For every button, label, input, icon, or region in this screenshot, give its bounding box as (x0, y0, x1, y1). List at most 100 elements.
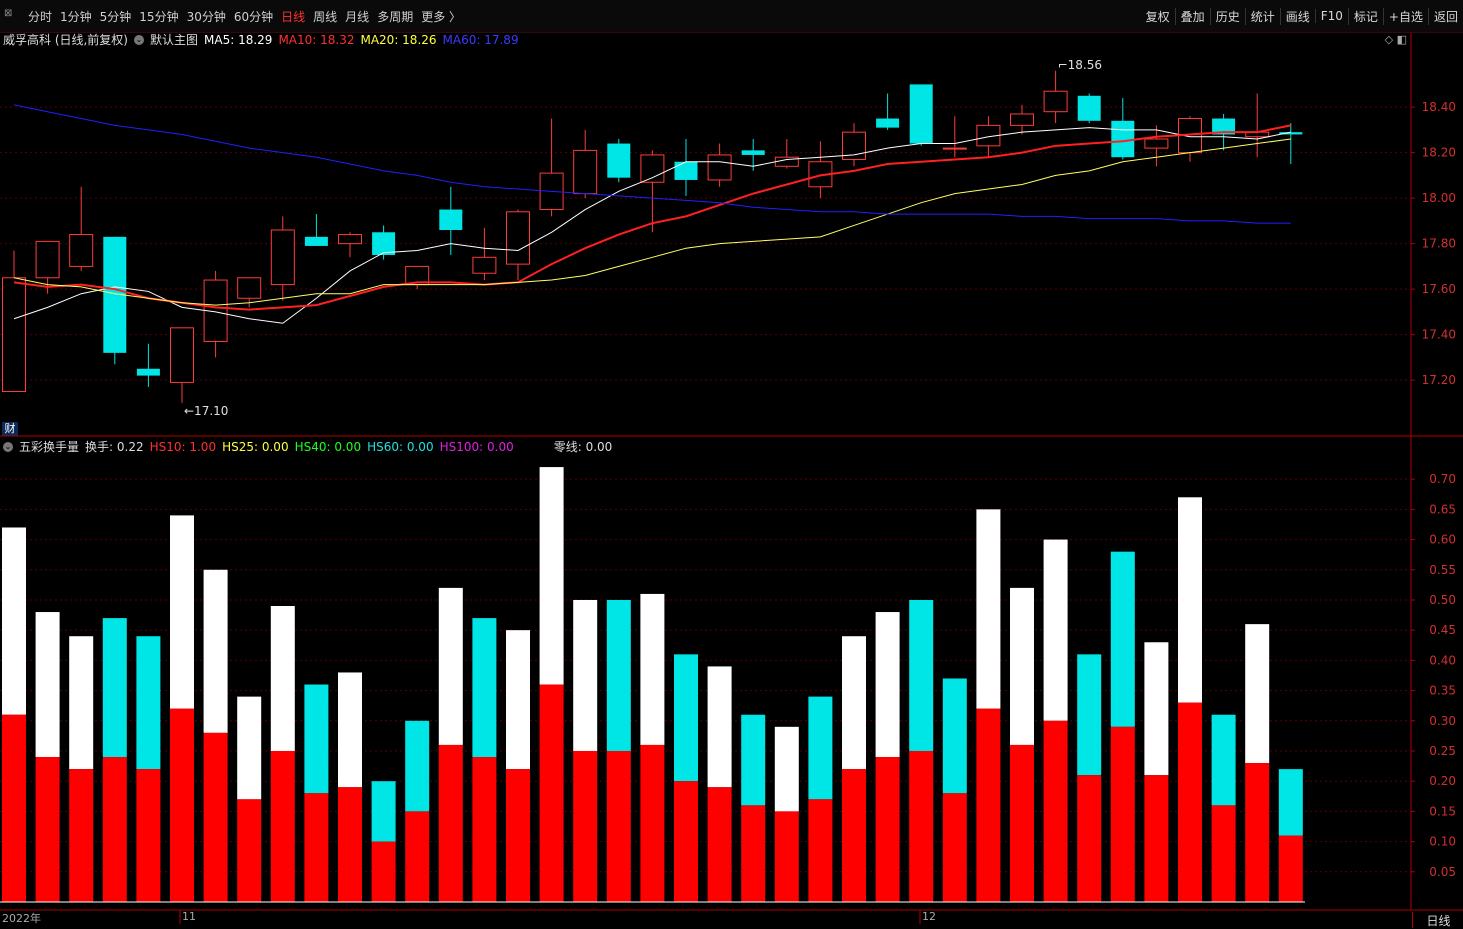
chevron-down-icon[interactable]: ⌄ (134, 34, 144, 45)
tool-button-6[interactable]: 标记 (1347, 7, 1383, 25)
candle-body (506, 211, 530, 265)
candle-body (136, 368, 160, 376)
ma10-value: MA10: 18.32 (278, 32, 355, 47)
tool-button-7[interactable]: +自选 (1382, 7, 1428, 25)
price-annotation: ⌐18.56 (1058, 58, 1102, 72)
turnover-tick-label: 0.20 (1429, 774, 1456, 788)
candle-body (237, 277, 262, 299)
candle-body (707, 154, 732, 181)
turnover-tick-label: 0.60 (1429, 533, 1456, 547)
tool-button-4[interactable]: 画线 (1279, 7, 1315, 25)
turnover-bar-base (170, 708, 194, 902)
tab-4[interactable]: 30分钟 (183, 8, 230, 25)
candle-body (1010, 113, 1034, 126)
turnover-bar-top (774, 726, 799, 812)
collapse-icon[interactable]: ⊠ (4, 8, 12, 19)
tab-5[interactable]: 60分钟 (230, 8, 277, 25)
turnover-bar-base (472, 757, 497, 902)
turnover-bar-base (707, 787, 732, 902)
candle-body (1279, 132, 1303, 135)
tab-7[interactable]: 周线 (309, 8, 341, 25)
candle-body (439, 209, 463, 230)
ma20-value: MA20: 18.26 (360, 32, 437, 47)
tool-button-1[interactable]: 叠加 (1174, 7, 1210, 25)
turnover-bar-base (976, 708, 1001, 902)
candle-body (1111, 120, 1135, 158)
turnover-bar-base (1043, 720, 1068, 902)
candle-body (1144, 138, 1169, 149)
turnover-bar-base (304, 793, 329, 902)
turnover-tick-label: 0.30 (1429, 714, 1456, 728)
tool-button-0[interactable]: 复权 (1141, 8, 1175, 25)
chevron-down-icon[interactable]: ⌄ (3, 441, 13, 452)
turnover-bar-top (640, 593, 665, 745)
turnover-bar-base (741, 805, 766, 902)
main-chart-label[interactable]: 默认主图 (150, 31, 198, 48)
hs60-value: HS60: 0.00 (367, 439, 434, 454)
hs25-value: HS25: 0.00 (222, 439, 289, 454)
turnover-bar-base (136, 769, 161, 902)
turnover-bar-top (741, 714, 766, 806)
candle-body (472, 256, 497, 274)
price-tick-label: 18.00 (1422, 191, 1456, 205)
turnover-tick-label: 0.40 (1429, 653, 1456, 667)
turnover-bar-top (237, 696, 262, 800)
candle-body (35, 240, 60, 279)
tab-2[interactable]: 5分钟 (96, 8, 136, 25)
ma-line-ma60 (13, 104, 1291, 224)
price-tick-label: 18.20 (1422, 146, 1456, 160)
candle-body (103, 236, 127, 353)
candle-body (405, 265, 430, 286)
tab-9[interactable]: 多周期 (373, 8, 417, 25)
turnover-bar-top (69, 636, 94, 770)
candle-body (2, 277, 26, 393)
finance-badge[interactable]: 财 (2, 422, 18, 436)
turnover-bar-top (1110, 551, 1135, 727)
turnover-bar-top (1245, 624, 1270, 764)
candle-body (808, 161, 833, 188)
zero-line-value: 零线: 0.00 (553, 440, 613, 454)
turnover-bar-base (405, 811, 430, 902)
turnover-bar-base (371, 841, 396, 902)
turnover-bar-top (170, 515, 194, 709)
indicator-name[interactable]: 五彩换手量 (19, 438, 79, 455)
window-icons[interactable]: ◇ ◧ (1385, 33, 1407, 46)
hs40-value: HS40: 0.00 (294, 439, 362, 454)
period-indicator[interactable]: 日线 (1412, 912, 1463, 928)
price-tick-label: 17.20 (1422, 373, 1456, 387)
turnover-bar-base (438, 744, 463, 902)
turnover-bar-top (573, 599, 598, 751)
tab-8[interactable]: 月线 (341, 8, 373, 25)
turnover-tick-label: 0.35 (1429, 684, 1456, 698)
tab-3[interactable]: 15分钟 (135, 8, 182, 25)
ma60-value: MA60: 17.89 (442, 32, 519, 47)
candle-body (1077, 95, 1101, 121)
tool-button-2[interactable]: 历史 (1209, 7, 1245, 25)
main-chart-header: 威孚高科 (日线,前复权) ⌄ 默认主图 MA5: 18.29 MA10: 18… (3, 31, 525, 48)
ma5-value: MA5: 18.29 (204, 32, 273, 47)
candle-body (1212, 118, 1236, 135)
stock-name: 威孚高科 (日线,前复权) (3, 33, 128, 47)
turnover-bar-base (942, 793, 967, 902)
turnover-bar-top (707, 666, 732, 788)
turnover-tick-label: 0.10 (1429, 835, 1456, 849)
tool-button-8[interactable]: 返回 (1427, 7, 1463, 25)
turnover-tick-label: 0.65 (1429, 502, 1456, 516)
tab-0[interactable]: 分时 (24, 8, 56, 25)
tab-10[interactable]: 更多 〉 (417, 8, 465, 25)
candle-body (270, 229, 295, 286)
price-annotation: ←17.10 (184, 404, 228, 418)
turnover-bar-base (1144, 775, 1169, 902)
tool-button-5[interactable]: F10 (1314, 9, 1348, 23)
tab-6[interactable]: 日线 (277, 8, 309, 25)
candle-body (976, 124, 1001, 147)
chart-canvas[interactable]: 17.20 17.40 17.60 17.80 18.00 18.20 18.40 0.05 0… (0, 0, 1463, 928)
turnover-bar-top (842, 636, 866, 770)
turnover-bar-top (808, 696, 833, 800)
tab-1[interactable]: 1分钟 (56, 8, 96, 25)
turnover-bar-base (674, 781, 698, 902)
period-tabs: 分时 1分钟 5分钟 15分钟 30分钟 60分钟 日线 周线 月线 多周期 更多 〉 (24, 0, 465, 32)
candle-body (372, 232, 396, 256)
turnover-tick-label: 0.50 (1429, 593, 1456, 607)
tool-button-3[interactable]: 统计 (1244, 7, 1280, 25)
